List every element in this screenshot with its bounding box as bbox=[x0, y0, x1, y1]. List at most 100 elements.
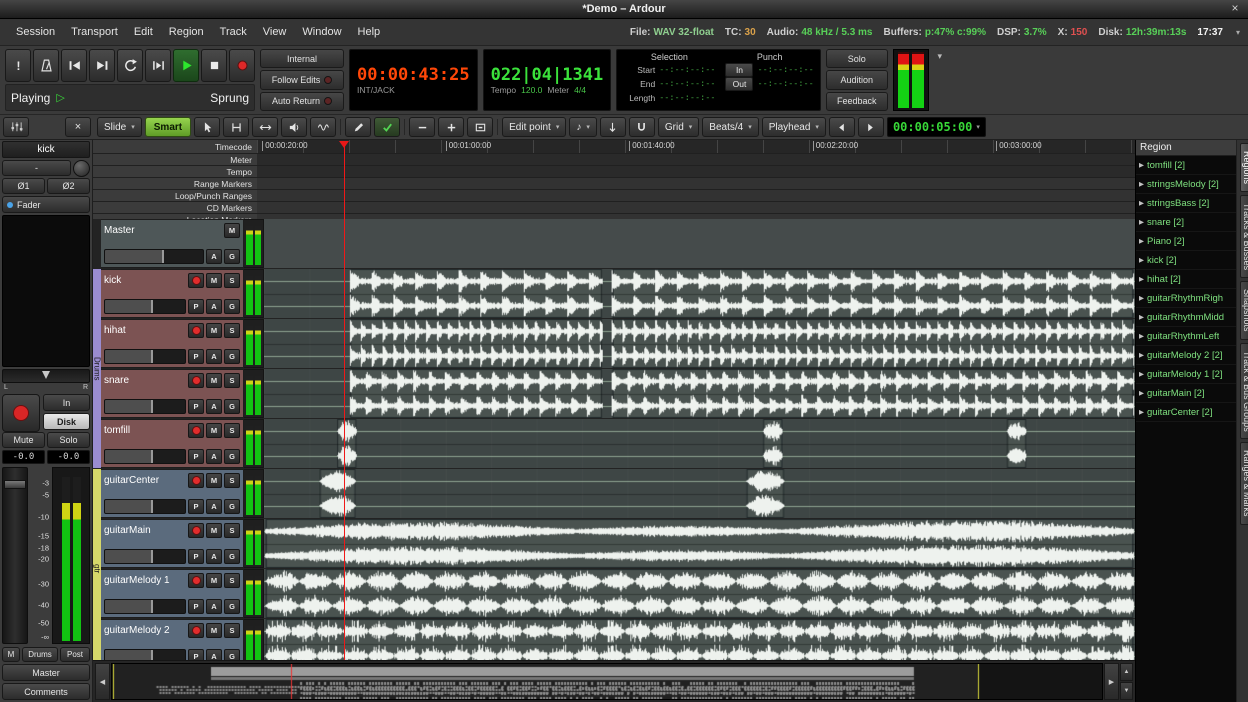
nudge-clock[interactable]: 00:00:05:00 ▾ bbox=[887, 117, 986, 137]
track-gain-fader[interactable] bbox=[104, 449, 186, 464]
summary-scroll-left-button[interactable]: ◀ bbox=[95, 663, 110, 700]
expander-icon[interactable]: ▶ bbox=[1139, 408, 1144, 416]
track-playlist-button[interactable]: P bbox=[188, 649, 204, 660]
snap-magnet-button[interactable] bbox=[629, 117, 655, 137]
track-playlist-button[interactable]: P bbox=[188, 549, 204, 564]
track-playlist-button[interactable]: P bbox=[188, 499, 204, 514]
snap-mode-combo[interactable]: Grid ▾ bbox=[658, 117, 699, 137]
track-header-kick[interactable]: kickMSPAG bbox=[101, 269, 244, 318]
track-automation-button[interactable]: A bbox=[206, 649, 222, 660]
pan-thumb[interactable] bbox=[42, 371, 50, 379]
region-list-item[interactable]: ▶guitarMelody 1 [2] bbox=[1136, 365, 1236, 384]
ruler-lane-meter[interactable] bbox=[257, 154, 1135, 165]
track-group-button[interactable]: G bbox=[224, 449, 240, 464]
menu-window[interactable]: Window bbox=[294, 22, 349, 42]
pan-slider[interactable] bbox=[2, 369, 90, 383]
track-gain-fader[interactable] bbox=[104, 549, 186, 564]
region-list-item[interactable]: ▶snare [2] bbox=[1136, 213, 1236, 232]
track-group-button[interactable]: G bbox=[224, 249, 240, 264]
track-record-button[interactable] bbox=[188, 273, 204, 288]
side-tab-regions[interactable]: Regions bbox=[1240, 143, 1248, 192]
track-group-button[interactable]: G bbox=[224, 649, 240, 660]
menu-track[interactable]: Track bbox=[212, 22, 255, 42]
selection-row-value[interactable]: --:--:--:-- bbox=[659, 93, 715, 103]
object-tool-button[interactable] bbox=[194, 117, 220, 137]
mute-button[interactable]: Mute bbox=[2, 432, 45, 448]
summary-zoom-down-button[interactable]: ▼ bbox=[1120, 682, 1133, 700]
menu-edit[interactable]: Edit bbox=[126, 22, 161, 42]
sidebar-close-button[interactable]: × bbox=[65, 117, 91, 137]
timefx-tool-button[interactable] bbox=[310, 117, 336, 137]
track-lane-guitarmelody-1[interactable] bbox=[264, 569, 1135, 618]
edit-mode-combo[interactable]: Slide ▾ bbox=[97, 117, 142, 137]
peak-display[interactable]: -0.0 bbox=[47, 450, 90, 464]
track-lane-guitarmain[interactable] bbox=[264, 519, 1135, 568]
track-lane-guitarmelody-2[interactable] bbox=[264, 619, 1135, 660]
strip-tab-post[interactable]: Post bbox=[60, 647, 90, 662]
track-automation-button[interactable]: A bbox=[206, 349, 222, 364]
metronome-button[interactable] bbox=[33, 49, 59, 82]
meter-options-caret-icon[interactable]: ▾ bbox=[934, 49, 946, 111]
track-mute-button[interactable]: M bbox=[206, 473, 222, 488]
strip-tab-m[interactable]: M bbox=[2, 647, 20, 662]
meter-value[interactable]: 4/4 bbox=[574, 85, 586, 95]
trim-button[interactable]: - bbox=[2, 160, 71, 176]
feedback-button[interactable]: Feedback bbox=[826, 92, 888, 111]
track-record-button[interactable] bbox=[188, 473, 204, 488]
track-header-guitarcenter[interactable]: guitarCenterMSPAG bbox=[101, 469, 244, 518]
track-mute-button[interactable]: M bbox=[224, 223, 240, 238]
zoom-focus-combo[interactable]: Playhead ▾ bbox=[762, 117, 826, 137]
expander-icon[interactable]: ▶ bbox=[1139, 180, 1144, 188]
playhead[interactable] bbox=[344, 142, 345, 660]
track-solo-button[interactable]: S bbox=[224, 573, 240, 588]
audition-tool-button[interactable] bbox=[281, 117, 307, 137]
track-name-label[interactable]: snare bbox=[104, 375, 186, 386]
edit-tool-button[interactable] bbox=[374, 117, 400, 137]
waveform-canvas[interactable] bbox=[264, 519, 1135, 568]
track-header-guitarmelody-1[interactable]: guitarMelody 1MSPAG bbox=[101, 569, 244, 618]
expander-icon[interactable]: ▶ bbox=[1139, 199, 1144, 207]
expander-icon[interactable]: ▶ bbox=[1139, 161, 1144, 169]
zoom-in-button[interactable] bbox=[438, 117, 464, 137]
track-automation-button[interactable]: A bbox=[206, 499, 222, 514]
track-name-label[interactable]: guitarMain bbox=[104, 525, 186, 536]
track-name-label[interactable]: guitarCenter bbox=[104, 475, 186, 486]
tracks-area[interactable]: Timecode00:00:20:0000:01:00:0000:01:40:0… bbox=[93, 140, 1135, 660]
waveform-canvas[interactable] bbox=[264, 369, 1135, 418]
track-playlist-button[interactable]: P bbox=[188, 299, 204, 314]
track-lane-tomfill[interactable] bbox=[264, 419, 1135, 468]
track-automation-button[interactable]: A bbox=[206, 249, 222, 264]
region-list-item[interactable]: ▶guitarMelody 2 [2] bbox=[1136, 346, 1236, 365]
track-mute-button[interactable]: M bbox=[206, 273, 222, 288]
range-tool-button[interactable] bbox=[223, 117, 249, 137]
track-playlist-button[interactable]: P bbox=[188, 599, 204, 614]
expander-icon[interactable]: ▶ bbox=[1139, 370, 1144, 378]
ruler-lane-cd-markers[interactable] bbox=[257, 202, 1135, 213]
nudge-clock-digits[interactable]: 00:00:05:00 bbox=[893, 120, 972, 134]
expander-icon[interactable]: ▶ bbox=[1139, 389, 1144, 397]
track-header-tomfill[interactable]: tomfillMSPAG bbox=[101, 419, 244, 468]
track-mute-button[interactable]: M bbox=[206, 623, 222, 638]
track-gain-fader[interactable] bbox=[104, 249, 204, 264]
side-tab-tracks-busses[interactable]: Tracks & Busses bbox=[1240, 195, 1248, 278]
output-button[interactable]: Master bbox=[2, 664, 90, 681]
track-header-guitarmain[interactable]: guitarMainMSPAG bbox=[101, 519, 244, 568]
play-button[interactable] bbox=[173, 49, 199, 82]
solo-button[interactable]: Solo bbox=[826, 49, 888, 68]
track-lane-kick[interactable] bbox=[264, 269, 1135, 318]
selection-row-value[interactable]: --:--:--:-- bbox=[659, 65, 715, 75]
track-header-hihat[interactable]: hihatMSPAG bbox=[101, 319, 244, 368]
pan-control[interactable]: L R bbox=[2, 369, 90, 392]
region-list-header[interactable]: Region bbox=[1136, 140, 1236, 156]
track-lane-master[interactable] bbox=[264, 219, 1135, 268]
menu-transport[interactable]: Transport bbox=[63, 22, 126, 42]
auto-return-toggle-button[interactable]: Auto Return bbox=[260, 92, 344, 111]
selection-row-value[interactable]: --:--:--:-- bbox=[659, 79, 715, 89]
comments-button[interactable]: Comments bbox=[2, 683, 90, 700]
solo-button[interactable]: Solo bbox=[47, 432, 90, 448]
region-list-item[interactable]: ▶guitarMain [2] bbox=[1136, 384, 1236, 403]
primary-clock-digits[interactable]: 00:00:43:25 bbox=[357, 66, 470, 85]
track-record-button[interactable] bbox=[188, 323, 204, 338]
expander-icon[interactable]: ▶ bbox=[1139, 237, 1144, 245]
waveform-canvas[interactable] bbox=[264, 419, 1135, 468]
